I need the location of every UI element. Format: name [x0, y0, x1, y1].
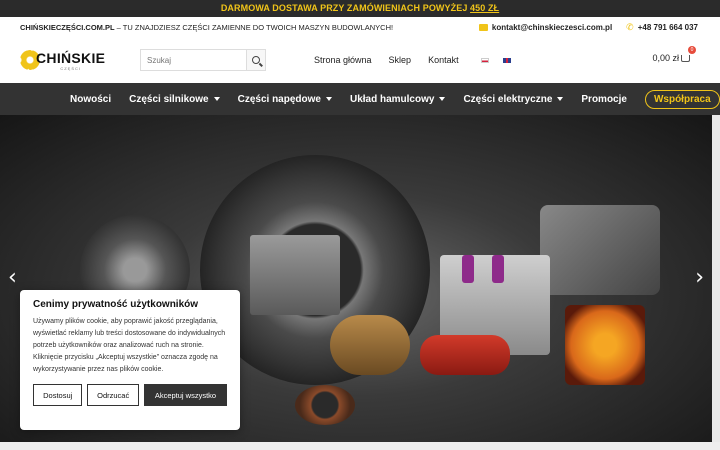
flag-pl-icon[interactable] — [480, 57, 489, 63]
promo-text: DARMOWA DOSTAWA PRZY ZAMÓWIENIACH POWYŻE… — [220, 3, 468, 13]
nav-engine-parts[interactable]: Części silnikowe — [129, 93, 220, 105]
site-name: CHIŃSKIECZĘŚCI.COM.PL — [20, 22, 115, 32]
nav-brake-system[interactable]: Układ hamulcowy — [349, 93, 446, 105]
flag-en-icon[interactable] — [502, 57, 511, 63]
chevron-down-icon — [439, 97, 446, 101]
scroll-edge — [712, 115, 720, 442]
red-cylinder-image — [420, 335, 510, 375]
nav-brake-system-label: Układ hamulcowy — [349, 93, 435, 105]
nav-new-label: Nowości — [70, 93, 112, 105]
nav-new[interactable]: Nowości — [70, 94, 111, 105]
search-icon — [252, 56, 260, 64]
nav-electrical-parts-label: Części elektryczne — [463, 93, 553, 105]
language-switcher — [480, 57, 511, 63]
nav-electrical-parts[interactable]: Części elektryczne — [463, 93, 564, 105]
cookie-title: Cenimy prywatność użytkowników — [33, 299, 199, 310]
content-strip — [0, 442, 720, 450]
tail-lamp-image — [565, 305, 645, 385]
phone-text: +48 791 664 037 — [637, 22, 698, 32]
logo-name: CHIŃSKIE — [36, 49, 106, 66]
nav-contact[interactable]: Kontakt — [428, 55, 459, 65]
email-link[interactable]: kontakt@chinskieczesci.com.pl — [478, 22, 613, 33]
cookie-body: Używamy plików cookie, aby poprawić jako… — [33, 318, 226, 373]
mail-icon — [478, 23, 488, 31]
slider-next-arrow[interactable]: › — [695, 265, 704, 290]
contact-info: kontakt@chinskieczesci.com.pl ✆ +48 791 … — [478, 22, 698, 33]
accept-all-button[interactable]: Akceptuj wszystko — [143, 384, 227, 406]
search-form — [140, 49, 266, 71]
top-nav: Strona główna Sklep Kontakt — [314, 55, 459, 65]
nav-promotions[interactable]: Promocje — [581, 94, 627, 105]
customize-button[interactable]: Dostosuj — [33, 384, 83, 406]
headlamp-image — [540, 205, 660, 295]
site-tagline: – TU ZNAJDZIESZ CZĘŚCI ZAMIENNE DO TWOIC… — [114, 22, 394, 32]
search-input[interactable] — [140, 49, 246, 71]
email-text: kontakt@chinskieczesci.com.pl — [491, 22, 613, 32]
ecu-image — [250, 235, 340, 315]
solenoid-image — [492, 255, 504, 283]
cookie-consent-dialog: Cenimy prywatność użytkowników Używamy p… — [20, 290, 240, 430]
cart[interactable]: 0,00 zł 0 — [652, 46, 696, 63]
phone-icon: ✆ — [626, 21, 634, 32]
slider-prev-arrow[interactable]: ‹ — [8, 265, 17, 290]
chevron-down-icon — [213, 97, 220, 101]
seal-ring-image — [295, 385, 355, 425]
reject-button[interactable]: Odrzucać — [87, 384, 139, 406]
shaft-image — [330, 315, 410, 375]
search-button[interactable] — [246, 49, 266, 71]
nav-promotions-label: Promocje — [581, 93, 627, 105]
logo[interactable]: CHIŃSKIE CZĘŚCI — [20, 50, 140, 71]
chevron-down-icon — [325, 97, 332, 101]
cart-count-badge: 0 — [688, 46, 696, 54]
cart-total: 0,00 zł — [652, 53, 679, 63]
main-nav: Nowości Części silnikowe Części napędowe… — [0, 83, 720, 115]
cookie-buttons: Dostosuj Odrzucać Akceptuj wszystko — [33, 384, 227, 406]
nav-engine-parts-label: Części silnikowe — [129, 93, 209, 105]
promo-bar: DARMOWA DOSTAWA PRZY ZAMÓWIENIACH POWYŻE… — [0, 0, 720, 17]
nav-drive-parts-label: Części napędowe — [237, 93, 321, 105]
promo-amount[interactable]: 450 ZŁ — [470, 3, 499, 13]
phone-link[interactable]: ✆ +48 791 664 037 — [626, 22, 698, 33]
nav-drive-parts[interactable]: Części napędowe — [238, 94, 332, 105]
nav-home[interactable]: Strona główna — [314, 55, 372, 65]
info-left: CHIŃSKIECZĘŚCI.COM.PL – TU ZNAJDZIESZ CZ… — [20, 23, 393, 32]
solenoid-image — [462, 255, 474, 283]
cart-icon — [681, 54, 690, 62]
header: CHIŃSKIE CZĘŚCI Strona główna Sklep Kont… — [0, 37, 720, 83]
cooperation-button[interactable]: Współpraca — [644, 89, 720, 109]
nav-shop[interactable]: Sklep — [389, 55, 412, 65]
logo-sub: CZĘŚCI — [60, 65, 81, 71]
info-bar: CHIŃSKIECZĘŚCI.COM.PL – TU ZNAJDZIESZ CZ… — [0, 17, 720, 37]
chevron-down-icon — [557, 97, 564, 101]
